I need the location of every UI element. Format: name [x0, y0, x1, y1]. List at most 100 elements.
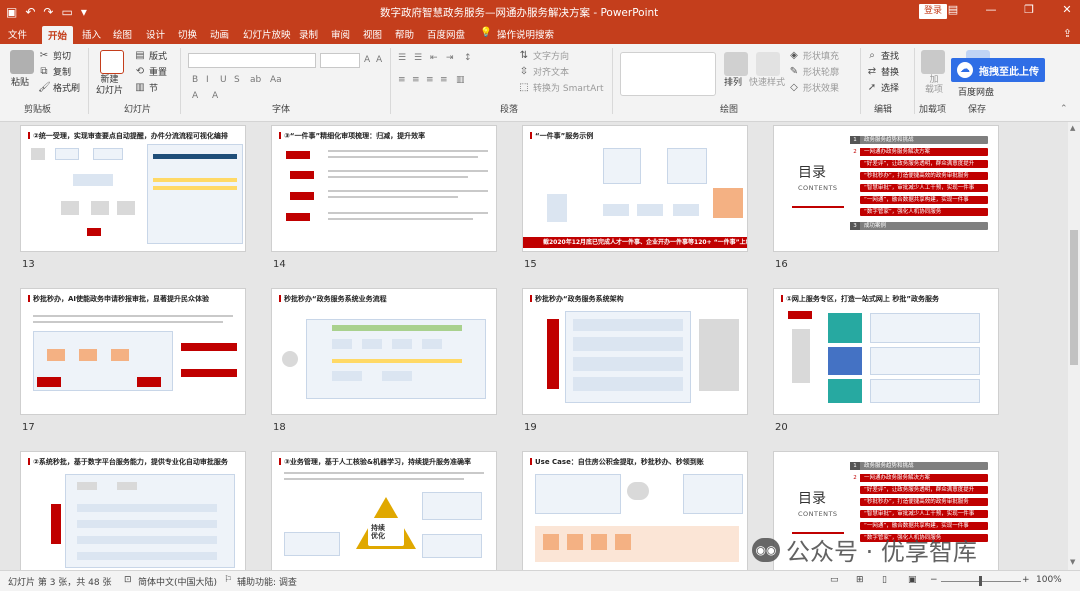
font-color-icon[interactable]: A: [212, 91, 218, 101]
share-icon[interactable]: ⇪: [1063, 27, 1072, 40]
minimize-icon[interactable]: —: [984, 3, 998, 16]
accessibility-status[interactable]: 辅助功能: 调查: [237, 575, 297, 588]
redo-icon[interactable]: ↷: [43, 4, 53, 20]
slide-thumbnail[interactable]: 目录 CONTENTS 1 政务服务趋势和挑战 2 一网通办政务服务解决方案 “好差…: [773, 125, 999, 252]
char-spacing-icon[interactable]: ab: [250, 75, 261, 85]
slide-thumbnail[interactable]: 秒批秒办，AI使能政务申请秒报审批，显著提升民众体验: [20, 288, 246, 415]
new-slide-icon[interactable]: [100, 50, 124, 74]
justify-icon[interactable]: ≡: [440, 75, 448, 85]
drag-upload-button[interactable]: ☁ 拖拽至此上传: [951, 58, 1045, 82]
grow-font-icon[interactable]: A: [364, 55, 370, 65]
slide-sorter-view-icon[interactable]: ⊞: [856, 575, 864, 585]
shrink-font-icon[interactable]: A: [376, 55, 382, 65]
close-icon[interactable]: ✕: [1060, 3, 1074, 16]
tab-animations[interactable]: 动画: [210, 27, 229, 41]
addins-button[interactable]: 加 载项: [925, 75, 943, 95]
cut-button[interactable]: ✂ 剪切: [38, 49, 71, 63]
layout-button[interactable]: ▤ 版式: [134, 49, 167, 63]
reading-view-icon[interactable]: ▯: [882, 575, 887, 585]
new-slide-button[interactable]: 新建 幻灯片: [96, 75, 123, 97]
tab-help[interactable]: 帮助: [395, 27, 414, 41]
select-button[interactable]: ➚ 选择: [866, 81, 899, 95]
save-to-baidu-button[interactable]: 百度网盘: [958, 85, 994, 98]
tab-home[interactable]: 开始: [42, 26, 74, 44]
section-button[interactable]: ▥ 节: [134, 81, 158, 95]
slide-thumbnail[interactable]: 秒批秒办“政务服务系统业务流程: [271, 288, 497, 415]
shape-effects-button[interactable]: ◇ 形状效果: [788, 81, 839, 95]
tab-review[interactable]: 审阅: [331, 27, 350, 41]
tab-design[interactable]: 设计: [146, 27, 165, 41]
vertical-scrollbar[interactable]: ▲ ▼: [1068, 122, 1080, 570]
tab-view[interactable]: 视图: [363, 27, 382, 41]
present-icon[interactable]: ▭: [61, 4, 72, 20]
align-text-button[interactable]: ⇳ 对齐文本: [518, 65, 569, 79]
collapse-ribbon-icon[interactable]: ⌃: [1060, 104, 1068, 114]
bullets-icon[interactable]: ☰: [398, 53, 406, 63]
copy-button[interactable]: ⧉ 复制: [38, 65, 71, 79]
scroll-up-icon[interactable]: ▲: [1070, 124, 1075, 132]
increase-indent-icon[interactable]: ⇥: [446, 53, 454, 63]
spellcheck-icon[interactable]: ⊡: [124, 575, 132, 585]
decrease-indent-icon[interactable]: ⇤: [430, 53, 438, 63]
tab-baidu-netdisk[interactable]: 百度网盘: [427, 27, 465, 41]
reset-button[interactable]: ⟲ 重置: [134, 65, 167, 79]
restore-icon[interactable]: ❐: [1022, 3, 1036, 16]
arrange-button[interactable]: 排列: [724, 75, 742, 88]
customize-icon[interactable]: ▾: [81, 4, 87, 20]
zoom-in-icon[interactable]: +: [1022, 575, 1030, 585]
highlight-icon[interactable]: A: [192, 91, 198, 101]
tab-record[interactable]: 录制: [299, 27, 318, 41]
bold-icon[interactable]: B: [192, 75, 198, 85]
slide-thumbnail[interactable]: “一件事”服务示例 截2020年12月底已完成人才一件事、企业开办一件事等120…: [522, 125, 748, 252]
addins-icon[interactable]: [921, 50, 945, 74]
slide-thumbnail[interactable]: ②统一受理，实现审查要点自动提醒，办件分流流程可视化编排: [20, 125, 246, 252]
numbering-icon[interactable]: ☰: [414, 53, 422, 63]
tab-insert[interactable]: 插入: [82, 27, 101, 41]
ribbon-display-icon[interactable]: ▤: [946, 3, 960, 16]
zoom-slider-thumb[interactable]: [979, 576, 982, 586]
text-direction-button[interactable]: ⇅ 文字方向: [518, 49, 569, 63]
paste-button[interactable]: 粘贴: [11, 75, 29, 88]
replace-button[interactable]: ⇄ 替换: [866, 65, 899, 79]
slideshow-view-icon[interactable]: ▣: [908, 575, 917, 585]
shape-fill-button[interactable]: ◈ 形状填充: [788, 49, 839, 63]
tab-draw[interactable]: 绘图: [113, 27, 132, 41]
slide-thumbnail[interactable]: ①网上服务专区，打造一站式网上 秒批”政务服务: [773, 288, 999, 415]
align-right-icon[interactable]: ≡: [426, 75, 434, 85]
columns-icon[interactable]: ▥: [456, 75, 465, 85]
scroll-thumb[interactable]: [1070, 230, 1078, 365]
font-name-combo[interactable]: [188, 53, 316, 68]
tab-slideshow[interactable]: 幻灯片放映: [243, 27, 291, 41]
scroll-down-icon[interactable]: ▼: [1070, 558, 1075, 566]
language-indicator[interactable]: 简体中文(中国大陆): [138, 575, 217, 588]
slide-thumbnail[interactable]: 秒批秒办“政务服务系统架构: [522, 288, 748, 415]
login-button[interactable]: 登录: [919, 4, 947, 19]
slide-thumbnail[interactable]: Use Case：自住房公积金提取，秒批秒办、秒领到账: [522, 451, 748, 570]
italic-icon[interactable]: I: [206, 75, 209, 85]
undo-icon[interactable]: ↶: [25, 4, 35, 20]
quick-styles-button[interactable]: 快速样式: [749, 75, 785, 88]
normal-view-icon[interactable]: ▭: [830, 575, 839, 585]
zoom-out-icon[interactable]: −: [930, 575, 938, 585]
line-spacing-icon[interactable]: ↕: [464, 53, 472, 63]
align-left-icon[interactable]: ≡: [398, 75, 406, 85]
find-button[interactable]: ⌕ 查找: [866, 49, 899, 63]
shapes-gallery[interactable]: [620, 52, 716, 96]
arrange-icon[interactable]: [724, 52, 748, 76]
shape-outline-button[interactable]: ✎ 形状轮廓: [788, 65, 839, 79]
font-size-combo[interactable]: [320, 53, 360, 68]
underline-icon[interactable]: U: [220, 75, 227, 85]
paste-icon[interactable]: [10, 50, 34, 74]
format-painter-button[interactable]: 🖌 格式刷: [38, 81, 80, 95]
strikethrough-icon[interactable]: S: [234, 75, 240, 85]
change-case-icon[interactable]: Aa: [270, 75, 282, 85]
slide-thumbnail[interactable]: ③“一件事”精细化审项梳理：归减，提升效率: [271, 125, 497, 252]
slide-thumbnail[interactable]: ③业务管理，基于人工核验&机器学习，持续提升服务准确率 持续 优化: [271, 451, 497, 570]
tab-transitions[interactable]: 切换: [178, 27, 197, 41]
tab-file[interactable]: 文件: [8, 27, 27, 41]
tell-me-search[interactable]: 操作说明搜索: [497, 27, 554, 41]
zoom-level[interactable]: 100%: [1036, 575, 1062, 585]
convert-smartart-button[interactable]: ⬚ 转换为 SmartArt: [518, 81, 603, 95]
slide-thumbnail[interactable]: ②系统秒批，基于数字平台服务能力，提供专业化自动审批服务: [20, 451, 246, 570]
save-icon[interactable]: ▣: [6, 4, 17, 20]
